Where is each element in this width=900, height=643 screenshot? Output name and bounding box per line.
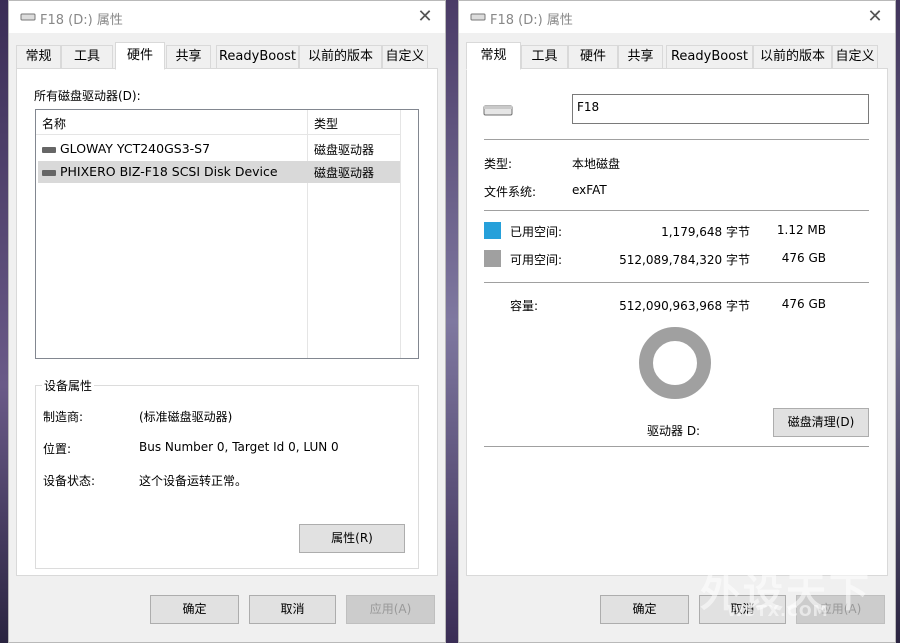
window-title: F18 (D:) 属性 bbox=[490, 13, 573, 28]
column-separator bbox=[400, 110, 401, 358]
type-value: 本地磁盘 bbox=[572, 157, 621, 171]
drive-name: GLOWAY YCT240GS3-S7 bbox=[60, 141, 211, 156]
tab-previous-versions[interactable]: 以前的版本 bbox=[753, 45, 832, 69]
free-space-bytes: 512,089,784,320 字节 bbox=[619, 253, 750, 267]
tab-tools[interactable]: 工具 bbox=[521, 45, 568, 69]
divider bbox=[484, 139, 869, 140]
tab-sharing[interactable]: 共享 bbox=[618, 45, 663, 69]
watermark-url: WSTX.COM bbox=[727, 602, 829, 620]
filesystem-value: exFAT bbox=[572, 183, 607, 197]
apply-button[interactable]: 应用(A) bbox=[346, 595, 435, 624]
tab-customize[interactable]: 自定义 bbox=[832, 45, 878, 69]
volume-name-input[interactable] bbox=[577, 100, 857, 114]
tab-readyboost[interactable]: ReadyBoost bbox=[216, 45, 299, 69]
desktop-background-gap bbox=[446, 0, 458, 643]
tab-hardware[interactable]: 硬件 bbox=[568, 45, 618, 69]
filesystem-label: 文件系统: bbox=[484, 185, 537, 199]
tab-strip: 常规 工具 硬件 共享 ReadyBoost 以前的版本 自定义 bbox=[16, 42, 438, 70]
manufacturer-value: (标准磁盘驱动器) bbox=[139, 410, 233, 424]
tab-strip: 常规 工具 硬件 共享 ReadyBoost 以前的版本 自定义 bbox=[466, 42, 888, 70]
used-space-label: 已用空间: bbox=[510, 225, 563, 239]
volume-name-field[interactable] bbox=[572, 94, 869, 124]
tab-hardware[interactable]: 硬件 bbox=[115, 42, 165, 70]
used-space-bytes: 1,179,648 字节 bbox=[661, 225, 750, 239]
title-bar[interactable]: F18 (D:) 属性 ✕ bbox=[459, 1, 895, 33]
drive-letter-label: 驱动器 D: bbox=[647, 424, 701, 438]
divider bbox=[484, 446, 869, 447]
ok-button[interactable]: 确定 bbox=[600, 595, 689, 624]
tab-general[interactable]: 常规 bbox=[16, 45, 61, 69]
tab-customize[interactable]: 自定义 bbox=[382, 45, 428, 69]
divider bbox=[484, 210, 869, 211]
status-value: 这个设备运转正常。 bbox=[139, 474, 248, 488]
tab-tools[interactable]: 工具 bbox=[61, 45, 113, 69]
location-value: Bus Number 0, Target Id 0, LUN 0 bbox=[139, 440, 339, 454]
close-icon[interactable]: ✕ bbox=[405, 1, 445, 33]
drive-icon bbox=[470, 13, 486, 21]
manufacturer-label: 制造商: bbox=[43, 410, 84, 424]
free-space-size: 476 GB bbox=[781, 251, 826, 265]
capacity-size: 476 GB bbox=[781, 297, 826, 311]
divider bbox=[484, 282, 869, 283]
window-title: F18 (D:) 属性 bbox=[40, 13, 123, 28]
type-label: 类型: bbox=[484, 157, 513, 171]
all-drives-label: 所有磁盘驱动器(D): bbox=[34, 89, 141, 103]
tab-sharing[interactable]: 共享 bbox=[166, 45, 211, 69]
free-space-swatch bbox=[484, 250, 501, 267]
drive-list[interactable]: 名称 类型 GLOWAY YCT240GS3-S7 磁盘驱动器 PHIXERO … bbox=[35, 109, 419, 359]
device-properties-button[interactable]: 属性(R) bbox=[299, 524, 405, 553]
drive-icon bbox=[42, 147, 56, 153]
properties-window-general: F18 (D:) 属性 ✕ 常规 工具 硬件 共享 ReadyBoost 以前的… bbox=[458, 0, 896, 643]
disk-usage-donut bbox=[639, 327, 711, 399]
list-item[interactable]: GLOWAY YCT240GS3-S7 磁盘驱动器 bbox=[38, 138, 400, 160]
drive-type: 磁盘驱动器 bbox=[314, 166, 375, 180]
column-header-name[interactable]: 名称 bbox=[42, 115, 66, 132]
capacity-bytes: 512,090,963,968 字节 bbox=[619, 299, 750, 313]
drive-type: 磁盘驱动器 bbox=[314, 143, 375, 157]
properties-window-hardware: F18 (D:) 属性 ✕ 常规 工具 硬件 共享 ReadyBoost 以前的… bbox=[8, 0, 446, 643]
desktop-background-left bbox=[0, 0, 8, 643]
used-space-size: 1.12 MB bbox=[776, 223, 826, 237]
ok-button[interactable]: 确定 bbox=[150, 595, 239, 624]
drive-icon bbox=[20, 13, 36, 21]
capacity-label: 容量: bbox=[510, 299, 539, 313]
free-space-label: 可用空间: bbox=[510, 253, 563, 267]
drive-name: PHIXERO BIZ-F18 SCSI Disk Device bbox=[60, 164, 278, 179]
location-label: 位置: bbox=[43, 442, 72, 456]
drive-icon bbox=[42, 170, 56, 176]
hardware-panel: 所有磁盘驱动器(D): 名称 类型 GLOWAY YCT240GS3-S7 磁盘… bbox=[16, 68, 438, 576]
list-header: 名称 类型 bbox=[36, 110, 401, 358]
drive-icon bbox=[483, 105, 513, 116]
tab-readyboost[interactable]: ReadyBoost bbox=[666, 45, 753, 69]
list-item-selected[interactable]: PHIXERO BIZ-F18 SCSI Disk Device 磁盘驱动器 bbox=[38, 161, 400, 183]
general-panel: 类型: 本地磁盘 文件系统: exFAT 已用空间: 1,179,648 字节 … bbox=[466, 68, 888, 576]
column-header-type[interactable]: 类型 bbox=[314, 115, 338, 132]
cancel-button[interactable]: 取消 bbox=[249, 595, 336, 624]
device-properties-group: 设备属性 制造商: (标准磁盘驱动器) 位置: Bus Number 0, Ta… bbox=[35, 377, 419, 569]
tab-general[interactable]: 常规 bbox=[466, 42, 521, 70]
tab-previous-versions[interactable]: 以前的版本 bbox=[299, 45, 382, 69]
group-title: 设备属性 bbox=[42, 377, 95, 394]
close-icon[interactable]: ✕ bbox=[855, 1, 895, 33]
used-space-swatch bbox=[484, 222, 501, 239]
status-label: 设备状态: bbox=[43, 474, 96, 488]
disk-cleanup-button[interactable]: 磁盘清理(D) bbox=[773, 408, 869, 437]
title-bar[interactable]: F18 (D:) 属性 ✕ bbox=[9, 1, 445, 33]
